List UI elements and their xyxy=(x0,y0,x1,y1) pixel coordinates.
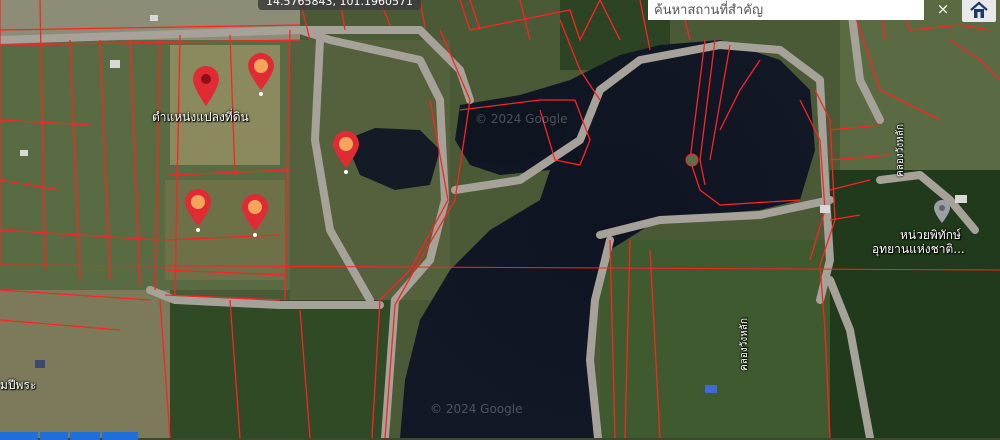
area-label: มปีพระ xyxy=(0,378,37,392)
forest-right xyxy=(830,170,1000,438)
map-control-button[interactable] xyxy=(40,432,68,440)
satellite-map[interactable] xyxy=(0,0,1000,438)
road-label-canal-2: คลองวังหลัก xyxy=(739,318,750,371)
location-pin-icon[interactable] xyxy=(191,64,221,108)
search-input[interactable] xyxy=(648,0,924,20)
pin-label: ตำแหน่งแปลงที่ดิน xyxy=(152,110,249,124)
road-label-canal-1: คลองวังหลัก xyxy=(895,124,906,177)
parcel-pin-icon[interactable] xyxy=(246,52,276,96)
place-label-line2: อุทยานแห่งชาติ... xyxy=(872,242,965,256)
place-marker-icon[interactable] xyxy=(933,200,951,224)
parcel-pin-icon[interactable] xyxy=(183,188,213,232)
parcel-pin-icon[interactable] xyxy=(331,130,361,174)
parcel-pin-icon[interactable] xyxy=(240,193,270,237)
map-control-button[interactable] xyxy=(0,432,38,440)
home-icon xyxy=(970,1,988,18)
field-patch xyxy=(0,290,170,438)
fields-bottom-right xyxy=(600,240,830,438)
home-button[interactable] xyxy=(962,0,996,22)
map-control-button[interactable] xyxy=(102,432,138,440)
coordinate-readout: 14.5765843, 101.1960571 xyxy=(258,0,421,10)
island xyxy=(685,153,699,167)
close-search-button[interactable]: × xyxy=(930,0,956,20)
map-watermark: © 2024 Google xyxy=(430,402,523,416)
map-control-button[interactable] xyxy=(70,432,100,440)
map-watermark: © 2024 Google xyxy=(475,112,568,126)
forest-bottom xyxy=(170,300,390,438)
